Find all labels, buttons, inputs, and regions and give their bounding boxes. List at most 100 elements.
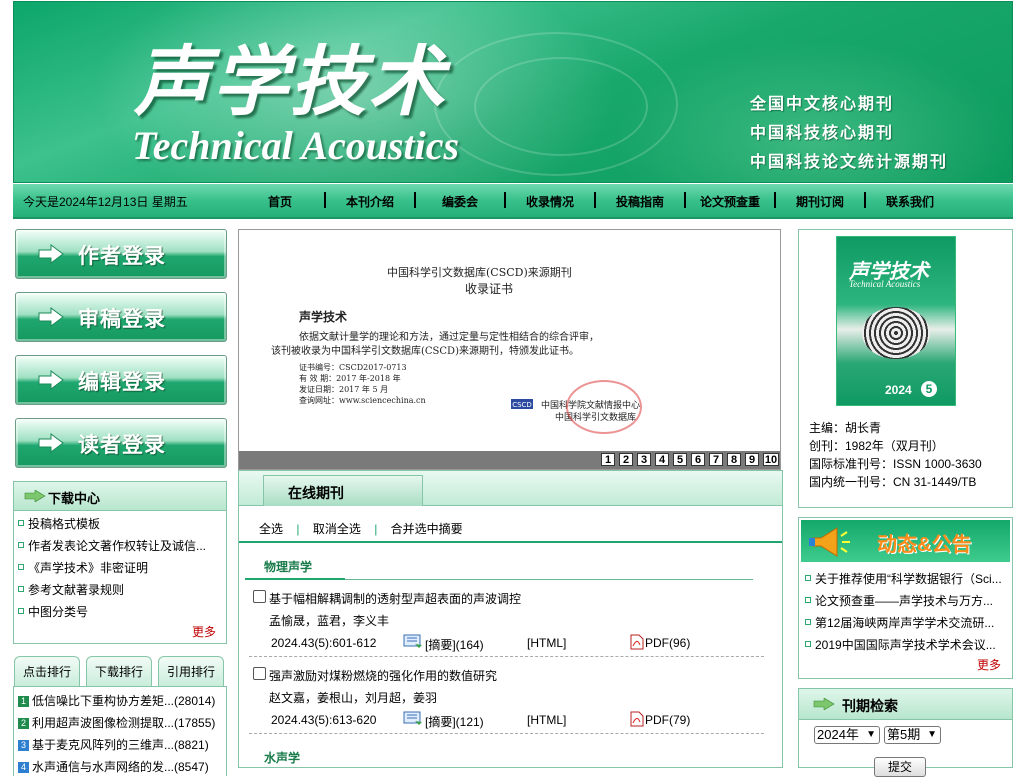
news-panel: 动态&公告 关于推荐使用“科学数据银行（Sci... 论文预查重——声学技术与万… <box>798 517 1013 679</box>
download-more-link[interactable]: 更多 <box>192 623 216 640</box>
news-item[interactable]: 2019中国国际声学技术学术会议... <box>815 636 1003 653</box>
article-checkbox[interactable] <box>253 590 266 603</box>
journal-title-cn: 声学技术 <box>134 37 446 126</box>
news-banner: 动态&公告 <box>801 520 1010 562</box>
slide-page-button[interactable]: 9 <box>745 453 759 466</box>
merge-abstracts-link[interactable]: 合并选中摘要 <box>391 522 463 536</box>
editor-login-button[interactable]: 编辑登录 <box>15 355 227 405</box>
slide-page-button[interactable]: 3 <box>637 453 651 466</box>
news-item[interactable]: 第12届海峡两岸声学学术交流研... <box>815 614 1003 631</box>
slide-page-button[interactable]: 5 <box>673 453 687 466</box>
abstract-link[interactable]: [摘要](121) <box>425 713 484 730</box>
nav-separator <box>414 192 416 208</box>
ranking-list: 1 低信噪比下重构协方差矩...(28014) 2 利用超声波图像检测提取...(1… <box>13 686 227 776</box>
arrow-right-icon <box>38 433 64 453</box>
cert-body: 该刊被收录为中国科学引文数据库(CSCD)来源期刊，特颁发此证书。 <box>271 346 579 357</box>
download-item[interactable]: 投稿格式模板 <box>28 515 218 532</box>
issn: 国际标准刊号：ISSN 1000-3630 <box>809 457 982 471</box>
arrow-right-icon <box>38 244 64 264</box>
rank-row[interactable]: 3 基于麦克风阵列的三维声...(8821) <box>18 736 209 753</box>
journal-cover-image[interactable]: 声学技术 Technical Acoustics 2024 5 <box>836 236 956 406</box>
slide-page-button[interactable]: 10 <box>763 453 779 466</box>
nav-editorial-board[interactable]: 编委会 <box>420 193 500 210</box>
svg-text:CSCD: CSCD <box>512 401 532 409</box>
arrow-right-icon <box>38 307 64 327</box>
login-label: 编辑登录 <box>78 371 166 394</box>
tab-click-rank[interactable]: 点击排行 <box>14 656 80 687</box>
reader-login-button[interactable]: 读者登录 <box>15 418 227 468</box>
nav-subscribe[interactable]: 期刊订阅 <box>780 193 860 210</box>
news-item[interactable]: 论文预查重——声学技术与万方... <box>815 592 1003 609</box>
cert-title: 中国科学引文数据库(CSCD)来源期刊 <box>387 266 572 279</box>
cert-body: 依据文献计量学的理论和方法，通过定量与定性相结合的综合评审， <box>299 332 599 343</box>
pdf-icon <box>630 711 644 727</box>
nav-separator <box>324 192 326 208</box>
cert-site: 查询网址：www.sciencechina.cn <box>299 396 426 405</box>
slide-page-button[interactable]: 6 <box>691 453 705 466</box>
slide-page-button[interactable]: 4 <box>655 453 669 466</box>
chevron-down-icon: ▼ <box>866 729 876 740</box>
download-item[interactable]: 中图分类号 <box>28 603 218 620</box>
submit-button[interactable]: 提交 <box>874 757 926 777</box>
bullet-icon <box>18 586 24 592</box>
issue-select[interactable]: 第5期 ▼ <box>884 726 941 744</box>
download-item[interactable]: 《声学技术》非密证明 <box>28 559 218 576</box>
abstract-link[interactable]: [摘要](164) <box>425 636 484 653</box>
nav-indexing[interactable]: 收录情况 <box>510 193 590 210</box>
nav-submission-guide[interactable]: 投稿指南 <box>600 193 680 210</box>
pdf-link[interactable]: PDF(79) <box>645 713 690 727</box>
download-center: 下载中心 投稿格式模板 作者发表论文著作权转让及诚信... 《声学技术》非密证明… <box>13 481 227 644</box>
journal-info-panel: 声学技术 Technical Acoustics 2024 5 主编：胡长青 创… <box>798 229 1013 508</box>
megaphone-icon <box>809 527 850 557</box>
rank-row[interactable]: 4 水声通信与水声网络的发...(8547) <box>18 758 209 775</box>
issue-search-title: 刊期检索 <box>842 698 898 714</box>
rank-row[interactable]: 1 低信噪比下重构协方差矩...(28014) <box>18 692 215 709</box>
nav-home[interactable]: 首页 <box>240 193 320 210</box>
article-citation: 2024.43(5):613-620 <box>271 713 377 727</box>
download-item[interactable]: 作者发表论文著作权转让及诚信... <box>28 537 218 554</box>
chevron-down-icon: ▼ <box>927 729 937 740</box>
slide-page-button[interactable]: 8 <box>727 453 741 466</box>
slide-page-button[interactable]: 7 <box>709 453 723 466</box>
article-checkbox[interactable] <box>253 667 266 680</box>
article-title[interactable]: 强声激励对煤粉燃烧的强化作用的数值研究 <box>269 667 497 684</box>
banner-slogans: 全国中文核心期刊 中国科技核心期刊 中国科技论文统计源期刊 <box>750 90 948 177</box>
article-title[interactable]: 基于幅相解耦调制的透射型声超表面的声波调控 <box>269 590 521 607</box>
bullet-icon <box>805 597 811 603</box>
tab-download-rank[interactable]: 下载排行 <box>86 656 152 687</box>
html-link[interactable]: [HTML] <box>527 636 566 650</box>
nav-plagiarism-check[interactable]: 论文预查重 <box>690 193 770 210</box>
rank-row[interactable]: 2 利用超声波图像检测提取...(17855) <box>18 714 215 731</box>
slide-page-button[interactable]: 2 <box>619 453 633 466</box>
reviewer-login-button[interactable]: 审稿登录 <box>15 292 227 342</box>
pdf-link[interactable]: PDF(96) <box>645 636 690 650</box>
html-link[interactable]: [HTML] <box>527 713 566 727</box>
tab-citation-rank[interactable]: 引用排行 <box>158 656 224 687</box>
nav-contact[interactable]: 联系我们 <box>870 193 950 210</box>
slogan: 中国科技论文统计源期刊 <box>750 154 949 171</box>
selection-toolbar: 全选 | 取消全选 | 合并选中摘要 <box>259 520 463 537</box>
divider <box>239 541 782 543</box>
bullet-icon <box>805 575 811 581</box>
rank-title: 基于麦克风阵列的三维声...(8821) <box>32 738 209 752</box>
section-title: 物理声学 <box>264 560 313 574</box>
nav-about[interactable]: 本刊介绍 <box>330 193 410 210</box>
cover-year: 2024 <box>885 383 912 397</box>
news-more-link[interactable]: 更多 <box>977 656 1001 673</box>
author-login-button[interactable]: 作者登录 <box>15 229 227 279</box>
issue-search-panel: 刊期检索 2024年 ▼ 第5期 ▼ 提交 <box>798 688 1013 777</box>
deselect-all-link[interactable]: 取消全选 <box>313 522 361 536</box>
tab-online-journal[interactable]: 在线期刊 <box>263 475 423 506</box>
article-authors: 赵文嘉，姜根山，刘月超，姜羽 <box>269 691 438 705</box>
banner-wave <box>474 57 648 156</box>
select-all-link[interactable]: 全选 <box>259 522 283 536</box>
main-nav: 今天是2024年12月13日 星期五 首页 本刊介绍 编委会 收录情况 投稿指南… <box>13 184 1013 219</box>
slide-page-button[interactable]: 1 <box>601 453 615 466</box>
download-item[interactable]: 参考文献著录规则 <box>28 581 218 598</box>
nav-separator <box>504 192 506 208</box>
year-select[interactable]: 2024年 ▼ <box>814 726 880 744</box>
cert-valid: 有 效 期：2017 年-2018 年 <box>299 374 401 383</box>
news-item[interactable]: 关于推荐使用“科学数据银行（Sci... <box>815 570 1003 587</box>
nav-separator <box>774 192 776 208</box>
certificate-slideshow[interactable]: 中国科学引文数据库(CSCD)来源期刊 收录证书 声学技术 依据文献计量学的理论… <box>238 229 781 470</box>
